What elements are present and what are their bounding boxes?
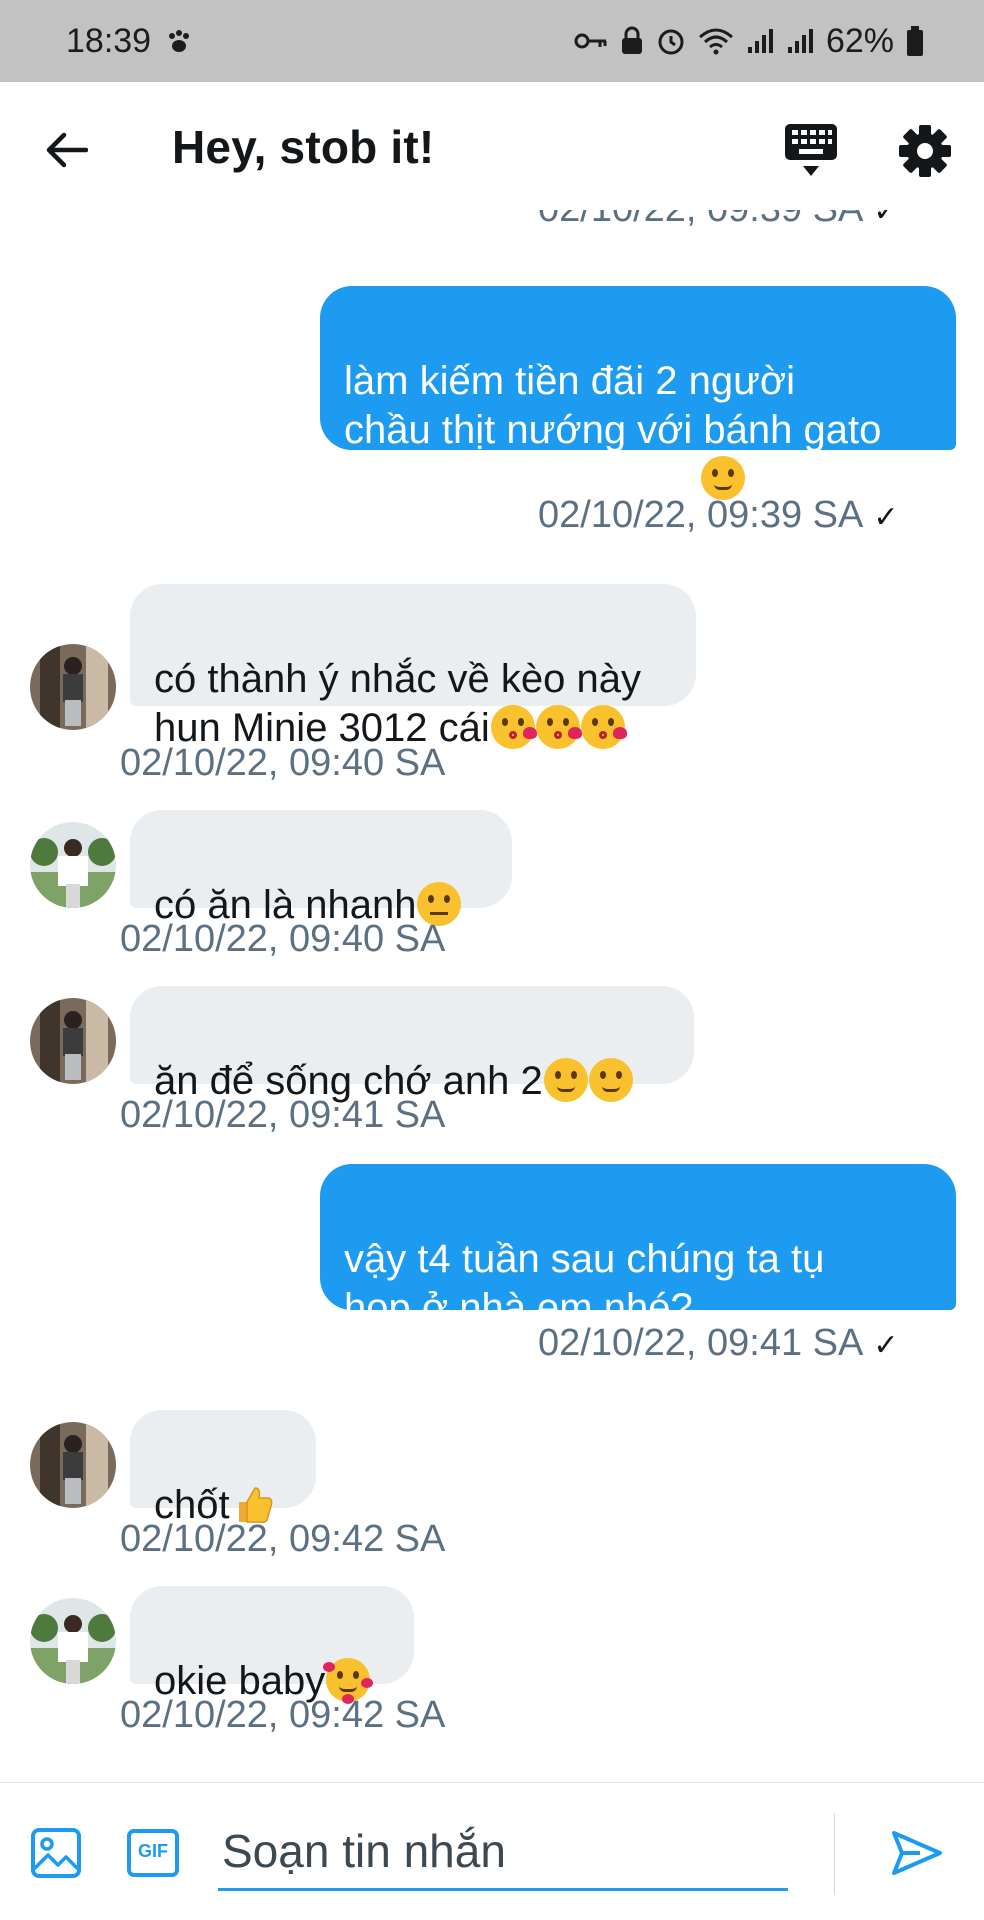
paw-icon <box>165 27 193 55</box>
avatar-image <box>30 998 116 1084</box>
avatar[interactable] <box>30 1598 116 1684</box>
chat-header: Hey, stob it! <box>0 82 984 210</box>
send-icon <box>892 1831 942 1875</box>
message-timestamp: 02/10/22, 09:39 SA ✓ <box>538 210 899 231</box>
kissing-face-emoji <box>490 705 537 749</box>
back-arrow-icon <box>46 132 88 168</box>
gear-icon <box>899 125 951 177</box>
status-right: 62% <box>574 22 924 61</box>
kissing-face-emoji <box>535 705 582 749</box>
add-gif-button[interactable]: GIF <box>126 1827 180 1879</box>
read-check-icon: ✓ <box>873 1329 899 1362</box>
message-timestamp: 02/10/22, 09:42 SA <box>120 1518 446 1560</box>
message-bubble-incoming[interactable]: có thành ý nhắc về kèo này hun Minie 301… <box>130 584 696 750</box>
message-timestamp: 02/10/22, 09:41 SA <box>120 1094 446 1136</box>
keyboard-button[interactable] <box>782 122 840 178</box>
message-composer: GIF <box>0 1782 984 1920</box>
message-timestamp: 02/10/22, 09:40 SA <box>120 918 446 960</box>
timestamp-text: 02/10/22, 09:41 SA <box>538 1322 864 1364</box>
lock-icon <box>620 26 644 56</box>
message-input[interactable] <box>218 1813 788 1891</box>
gif-label: GIF <box>138 1841 168 1861</box>
avatar-image <box>30 1598 116 1684</box>
wifi-icon <box>698 27 734 55</box>
avatar[interactable] <box>30 822 116 908</box>
signal-icon <box>746 27 774 55</box>
message-timestamp: 02/10/22, 09:41 SA ✓ <box>538 1322 899 1365</box>
back-button[interactable] <box>38 122 94 178</box>
avatar[interactable] <box>30 998 116 1084</box>
message-bubble-incoming[interactable]: chốt <box>130 1410 316 1527</box>
timestamp-text: 02/10/22, 09:39 SA <box>538 494 864 536</box>
message-text: làm kiếm tiền đãi 2 người chầu thịt nướn… <box>344 359 882 501</box>
avatar[interactable] <box>30 644 116 730</box>
kissing-face-emoji <box>580 705 627 749</box>
status-time: 18:39 <box>66 21 152 60</box>
message-bubble-outgoing[interactable]: vậy t4 tuần sau chúng ta tụ họp ở nhà em… <box>320 1164 956 1330</box>
read-check-icon: ✓ <box>873 210 899 228</box>
drooling-face-emoji <box>588 1058 633 1102</box>
avatar-image <box>30 822 116 908</box>
avatar-image <box>30 644 116 730</box>
status-left: 18:39 <box>66 22 193 61</box>
message-timestamp: 02/10/22, 09:39 SA ✓ <box>538 494 899 537</box>
image-icon <box>31 1828 81 1878</box>
chat-title: Hey, stob it! <box>172 121 435 173</box>
battery-icon <box>906 26 924 56</box>
key-icon <box>574 30 608 52</box>
keyboard-icon <box>785 124 837 176</box>
add-image-button[interactable] <box>30 1827 82 1879</box>
avatar[interactable] <box>30 1422 116 1508</box>
message-timestamp: 02/10/22, 09:42 SA <box>120 1694 446 1736</box>
message-text: vậy t4 tuần sau chúng ta tụ họp ở nhà em… <box>344 1237 825 1330</box>
drooling-face-emoji <box>543 1058 588 1102</box>
status-bar: 18:39 62% <box>0 0 984 82</box>
message-bubble-outgoing[interactable]: làm kiếm tiền đãi 2 người chầu thịt nướn… <box>320 286 956 501</box>
alarm-icon <box>656 26 686 56</box>
composer-divider <box>834 1813 835 1895</box>
signal-icon <box>786 27 814 55</box>
message-timestamp: 02/10/22, 09:40 SA <box>120 742 446 784</box>
message-bubble-incoming[interactable]: okie baby <box>130 1586 414 1704</box>
timestamp-text: 02/10/22, 09:39 SA <box>538 210 863 230</box>
settings-button[interactable] <box>898 124 952 178</box>
battery-percent: 62% <box>825 21 894 60</box>
avatar-image <box>30 1422 116 1508</box>
conversation[interactable]: 02/10/22, 09:39 SA ✓ làm kiếm tiền đãi 2 … <box>0 210 984 1780</box>
read-check-icon: ✓ <box>873 501 899 534</box>
message-bubble-incoming[interactable]: ăn để sống chớ anh 2 <box>130 986 694 1103</box>
send-button[interactable] <box>890 1827 944 1879</box>
message-bubble-incoming[interactable]: có ăn là nhanh <box>130 810 512 927</box>
